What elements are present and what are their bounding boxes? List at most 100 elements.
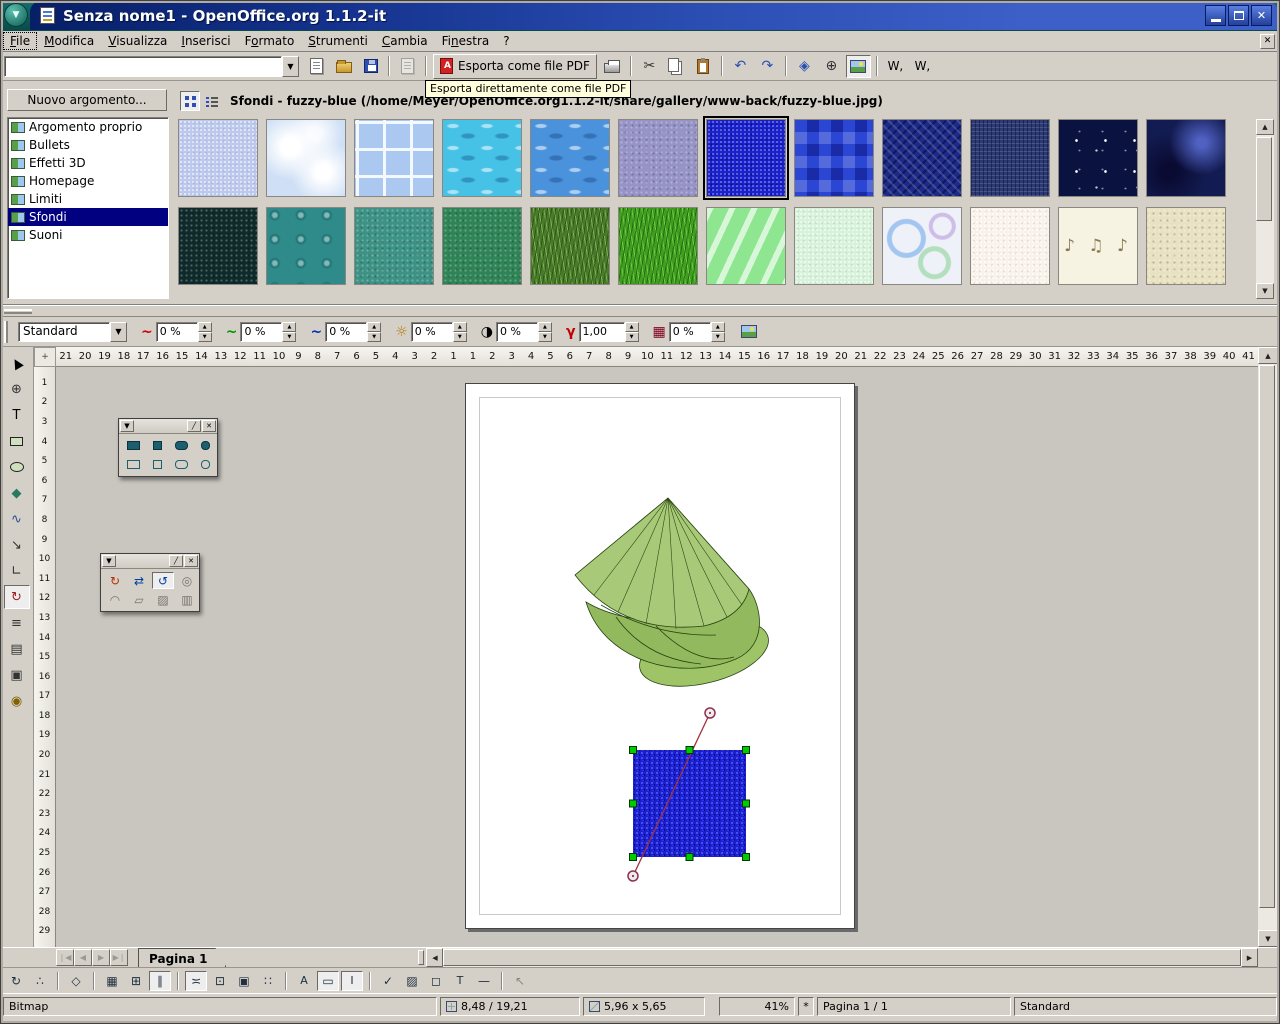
select-tool[interactable]: ▲ <box>4 351 30 375</box>
square-outline-button[interactable] <box>146 456 168 473</box>
spin-down-icon[interactable]: ▼ <box>538 332 552 342</box>
distort-button[interactable]: ▱ <box>128 591 150 608</box>
gallery-thumb-fuzzy-blue[interactable] <box>706 119 786 197</box>
save-document-button[interactable] <box>358 55 383 78</box>
gradient-button[interactable]: ▥ <box>176 591 198 608</box>
gallery-button[interactable] <box>846 55 871 78</box>
url-dropdown-button[interactable]: ▼ <box>282 56 299 77</box>
gallery-thumb-clouds-light[interactable] <box>266 119 346 197</box>
gallery-thumb-grass-bright[interactable] <box>618 207 698 285</box>
gallery-thumb-pale-green[interactable] <box>794 207 874 285</box>
gallery-splitter[interactable] <box>0 305 1280 317</box>
previous-page-button[interactable]: ◀ <box>74 949 92 966</box>
gallery-thumb-weave-blue[interactable] <box>882 119 962 197</box>
glue-points-toggle[interactable]: ◇ <box>65 971 87 991</box>
snap-to-object-points-toggle[interactable]: ∷ <box>257 971 279 991</box>
gallery-scroll-track[interactable] <box>1256 135 1274 283</box>
new-topic-button[interactable]: Nuovo argomento... <box>7 89 167 111</box>
detail-view-button[interactable] <box>202 91 222 111</box>
chevron-down-icon[interactable]: ▼ <box>120 420 134 432</box>
spin-down-icon[interactable]: ▼ <box>711 332 725 342</box>
scroll-up-icon[interactable]: ▲ <box>1256 119 1274 135</box>
toolbar-grip[interactable] <box>4 321 8 343</box>
filter-icon[interactable] <box>737 320 762 343</box>
menu-help[interactable]: ? <box>496 32 516 50</box>
first-page-button[interactable]: ❘◀ <box>56 949 74 966</box>
contour-mode-toggle[interactable]: ◻ <box>425 971 447 991</box>
gallery-thumb-drops-teal[interactable] <box>266 207 346 285</box>
menu-visualizza[interactable]: Visualizza <box>101 32 174 50</box>
pin-icon[interactable]: ╱ <box>169 555 183 567</box>
spin-down-icon[interactable]: ▼ <box>198 332 212 342</box>
menu-cambia[interactable]: Cambia <box>375 32 435 50</box>
insert-tool[interactable]: ▣ <box>4 663 30 687</box>
horizontal-scrollbar[interactable]: ◀ ▶ <box>426 948 1258 967</box>
spin-down-icon[interactable]: ▼ <box>453 332 467 342</box>
spin-up-icon[interactable]: ▲ <box>282 322 296 332</box>
exit-all-groups-toggle[interactable]: ↖ <box>509 971 531 991</box>
pin-icon[interactable]: ╱ <box>187 420 201 432</box>
scroll-up-icon[interactable]: ▲ <box>1258 347 1278 364</box>
rotate-button[interactable]: ↻ <box>104 572 126 589</box>
title-capsule[interactable]: Senza nome1 - OpenOffice.org 1.1.2-it ✕ <box>30 1 1278 30</box>
cut-button[interactable]: ✂ <box>637 55 662 78</box>
edit-file-button[interactable] <box>395 55 420 78</box>
gallery-thumb-tiles-blue[interactable] <box>354 119 434 197</box>
ruler-origin[interactable]: + <box>34 347 56 367</box>
export-word-2-button[interactable]: W, <box>910 55 935 78</box>
gallery-topic-suoni[interactable]: Suoni <box>8 226 168 244</box>
brightness-value[interactable]: 0 % <box>411 322 453 342</box>
snap-to-grid-toggle[interactable]: ⊞ <box>125 971 147 991</box>
lines-arrows-tool[interactable]: ↘ <box>4 533 30 557</box>
rectangles-toolbar-titlebar[interactable]: ▼ ╱ ✕ <box>119 419 217 434</box>
next-page-button[interactable]: ▶ <box>92 949 110 966</box>
gallery-thumb-water-cyan[interactable] <box>442 119 522 197</box>
spin-up-icon[interactable]: ▲ <box>538 322 552 332</box>
rounded-square-filled-button[interactable] <box>194 437 216 454</box>
gallery-thumb-water-blue[interactable] <box>530 119 610 197</box>
gallery-thumb-sand[interactable] <box>1146 207 1226 285</box>
rounded-square-outline-button[interactable] <box>194 456 216 473</box>
set-in-circle-button[interactable]: ◎ <box>176 572 198 589</box>
rectangle-filled-button[interactable] <box>122 437 144 454</box>
gallery-topic-bullets[interactable]: Bullets <box>8 136 168 154</box>
rotate-3d-button[interactable]: ↺ <box>152 572 174 589</box>
gallery-thumb-stars-night[interactable] <box>1058 119 1138 197</box>
arrange-tool[interactable]: ▤ <box>4 637 30 661</box>
rectangles-floating-toolbar[interactable]: ▼ ╱ ✕ <box>118 418 218 477</box>
status-style[interactable]: Standard <box>1014 997 1277 1016</box>
select-text-area-toggle[interactable]: ▭ <box>317 971 339 991</box>
navigator-button[interactable]: ◈ <box>792 55 817 78</box>
menu-inserisci[interactable]: Inserisci <box>174 32 237 50</box>
snap-to-margins-toggle[interactable]: ⊡ <box>209 971 231 991</box>
gallery-scrollbar[interactable]: ▲ ▼ <box>1256 119 1274 299</box>
maximize-button[interactable] <box>1228 5 1249 26</box>
curve-tool[interactable]: ∿ <box>4 507 30 531</box>
zoom-tool[interactable]: ⊕ <box>4 377 30 401</box>
set-to-circle-button[interactable]: ◠ <box>104 591 126 608</box>
spin-up-icon[interactable]: ▲ <box>367 322 381 332</box>
line-contour-toggle[interactable]: — <box>473 971 495 991</box>
spin-down-icon[interactable]: ▼ <box>282 332 296 342</box>
new-document-button[interactable] <box>304 55 329 78</box>
gallery-thumb-fabric-navy[interactable] <box>970 119 1050 197</box>
close-icon[interactable]: ✕ <box>202 420 216 432</box>
print-file-directly-button[interactable] <box>600 55 625 78</box>
gallery-thumb-texture-teal[interactable] <box>354 207 434 285</box>
green-value[interactable]: 0 % <box>240 322 282 342</box>
edit-points-toggle[interactable]: ∴ <box>29 971 51 991</box>
transparency-value[interactable]: 0 % <box>669 322 711 342</box>
text-tool[interactable]: T <box>4 403 30 427</box>
guides-when-moving-toggle[interactable]: ∥ <box>149 971 171 991</box>
spin-up-icon[interactable]: ▲ <box>453 322 467 332</box>
gallery-thumb-music-notes[interactable]: ♪ ♫ ♪ <box>1058 207 1138 285</box>
selected-bitmap-object[interactable] <box>628 708 750 881</box>
open-document-button[interactable] <box>331 55 356 78</box>
spin-up-icon[interactable]: ▲ <box>711 322 725 332</box>
redo-button[interactable]: ↷ <box>755 55 780 78</box>
gallery-topic-limiti[interactable]: Limiti <box>8 190 168 208</box>
gallery-topic-sfondi[interactable]: Sfondi <box>8 208 168 226</box>
spin-up-icon[interactable]: ▲ <box>198 322 212 332</box>
gallery-thumb-grass-dark[interactable] <box>530 207 610 285</box>
zoom-button[interactable]: ⊕ <box>819 55 844 78</box>
